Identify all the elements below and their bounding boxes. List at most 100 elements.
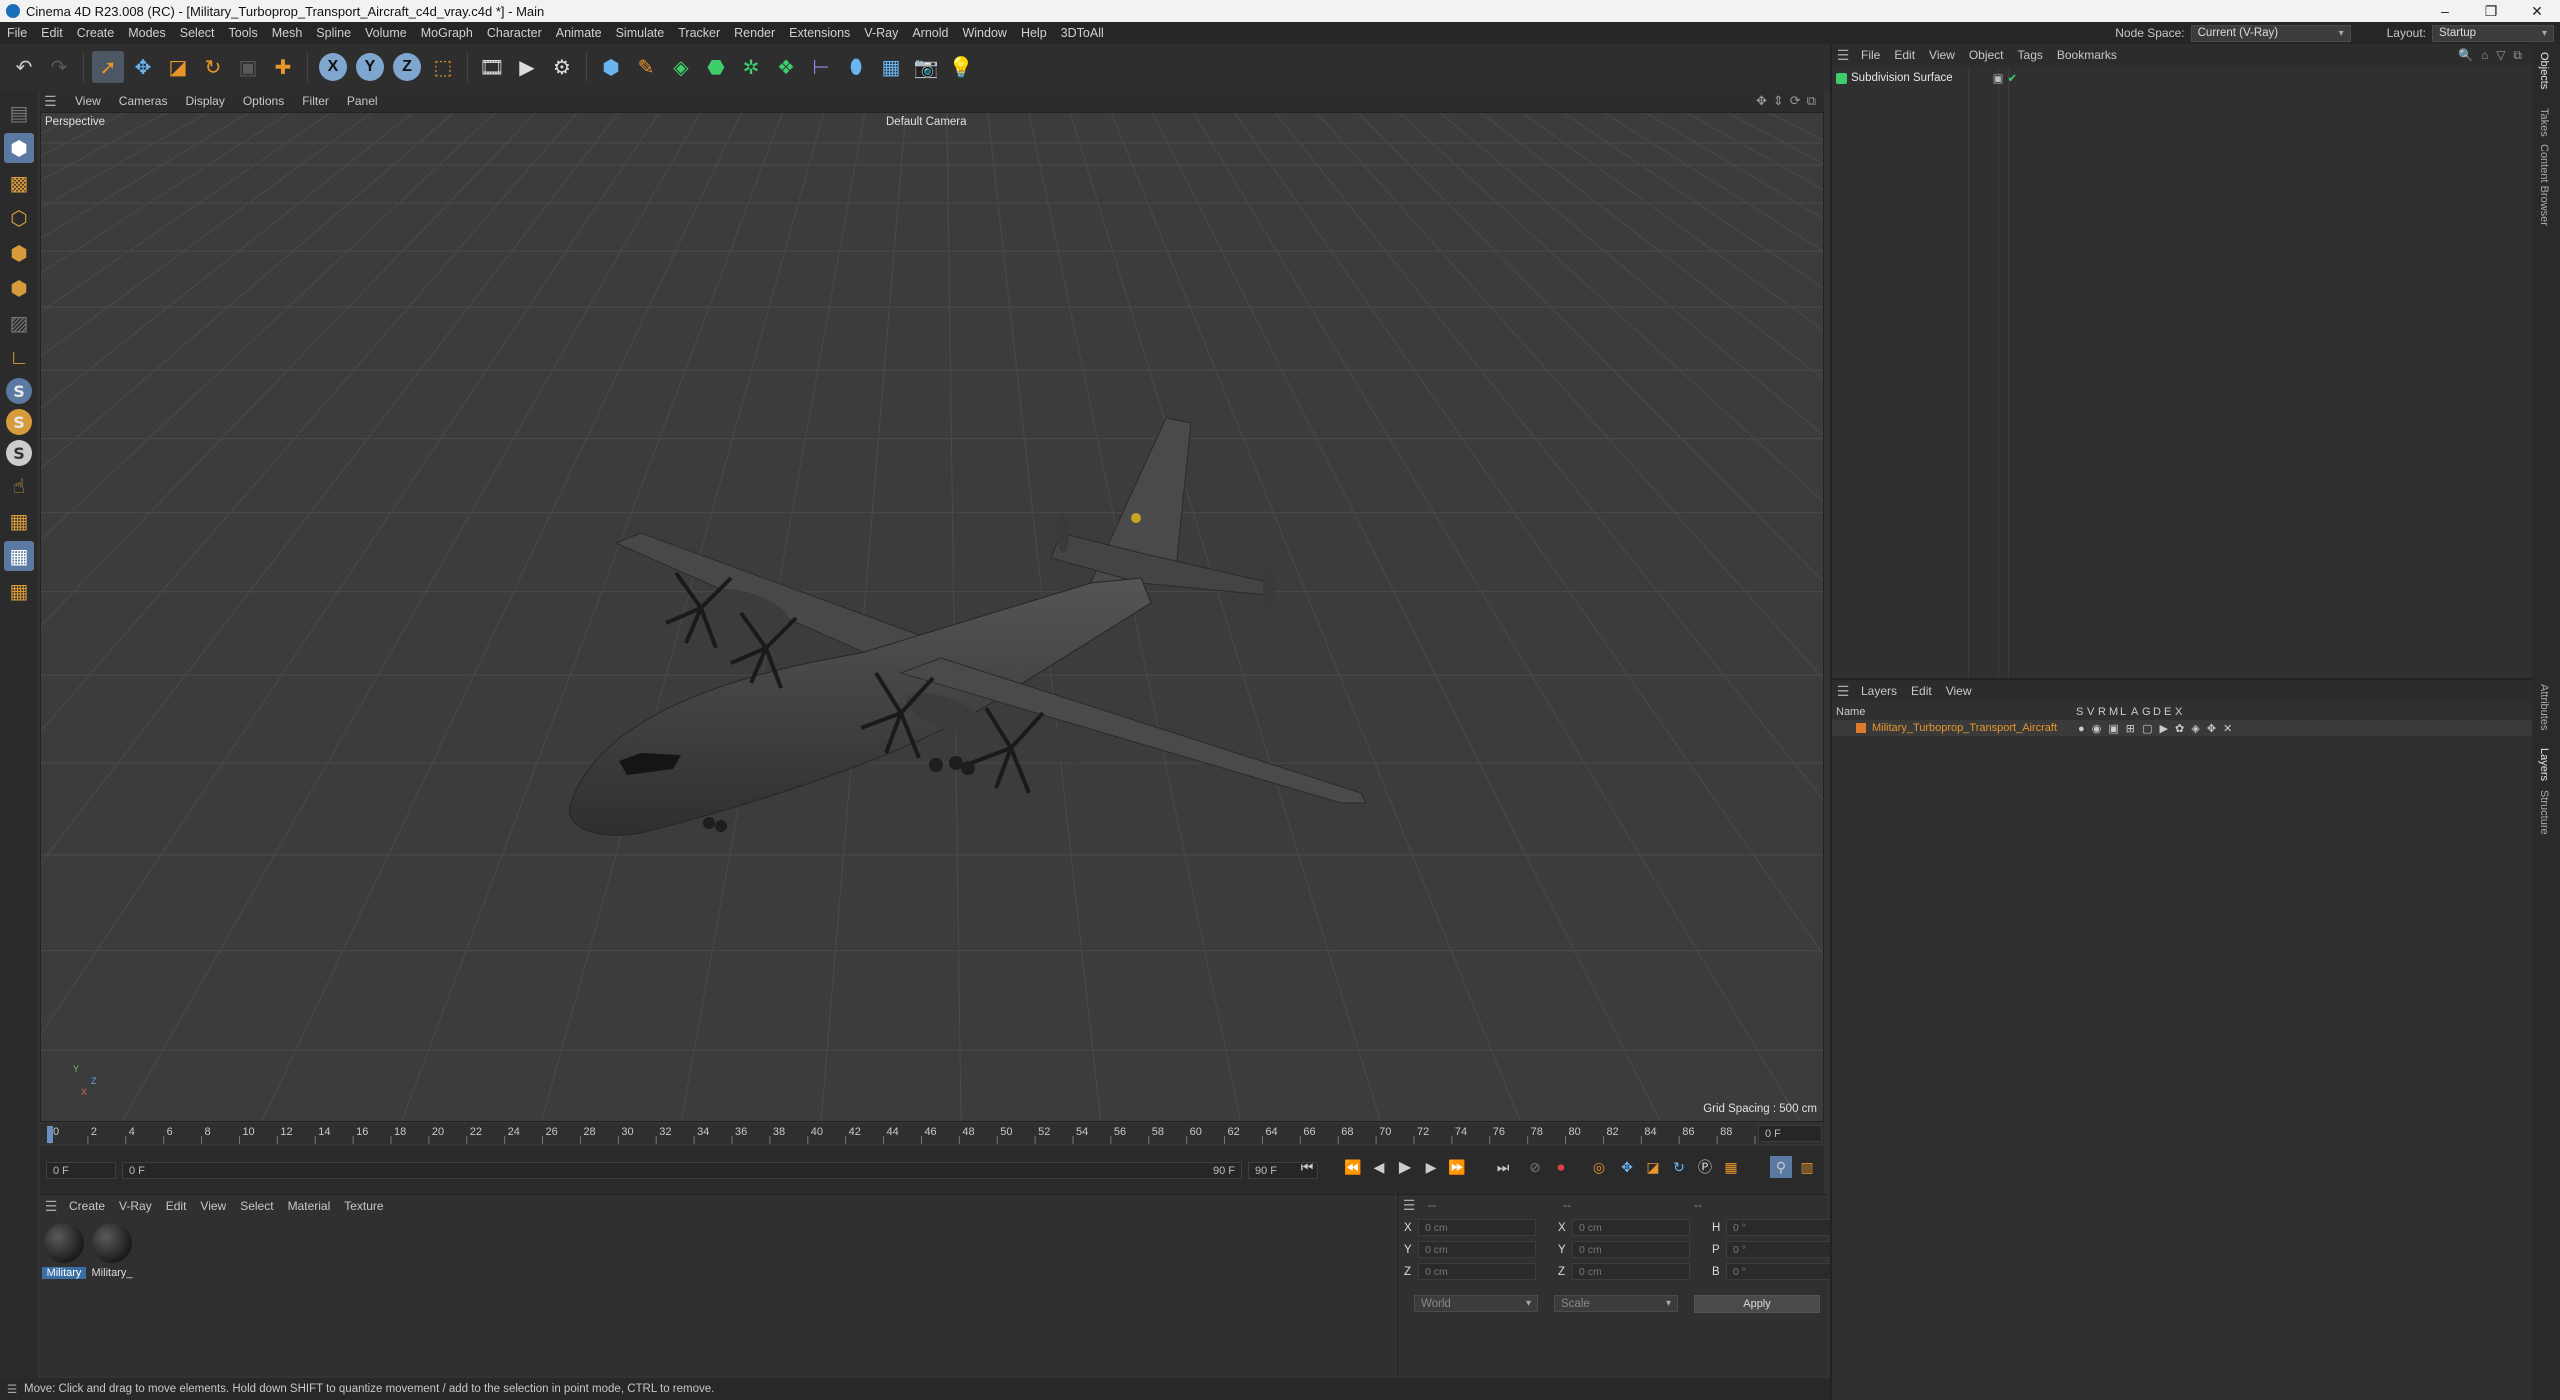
layer-color-swatch[interactable] — [1856, 723, 1866, 733]
timeline-ruler[interactable]: 0 2 4 6 8 10 12 14 16 18 20 22 24 26 28 30 32 34 36 38 40 42 4… — [40, 1124, 1824, 1144]
menu-spline[interactable]: Spline — [309, 26, 358, 40]
frame-range-slider[interactable]: 0 F 90 F — [122, 1162, 1242, 1179]
pan-view-icon[interactable]: ✥ — [1756, 93, 1767, 109]
playhead[interactable] — [47, 1126, 53, 1143]
menu-select[interactable]: Select — [173, 26, 222, 40]
menu-tools[interactable]: Tools — [222, 26, 265, 40]
tab-attributes[interactable]: Attributes — [2538, 684, 2550, 730]
menu-mograph[interactable]: MoGraph — [414, 26, 480, 40]
object-hamburger-icon[interactable]: ☰ — [1832, 47, 1854, 64]
menu-mesh[interactable]: Mesh — [265, 26, 310, 40]
material-menu-material[interactable]: Material — [281, 1199, 338, 1213]
maximize-view-icon[interactable]: ⧉ — [1807, 93, 1816, 109]
viewport-camera-name[interactable]: Default Camera — [886, 116, 967, 128]
menu-character[interactable]: Character — [480, 26, 549, 40]
layer-hamburger-icon[interactable]: ☰ — [1832, 683, 1854, 700]
home-icon[interactable]: ⌂ — [2481, 48, 2488, 63]
menu-3dtoall[interactable]: 3DToAll — [1054, 26, 1111, 40]
camera-icon[interactable]: 📷 — [910, 51, 942, 83]
viewport-menu-cameras[interactable]: Cameras — [110, 94, 177, 108]
snap-icon[interactable]: S — [6, 378, 32, 404]
previous-frame-icon[interactable]: ◀ — [1368, 1156, 1390, 1178]
object-menu-view[interactable]: View — [1922, 48, 1962, 62]
move-tool-icon[interactable]: ✥ — [127, 51, 159, 83]
material-menu-create[interactable]: Create — [62, 1199, 112, 1213]
subdivision-surface-icon[interactable]: ◈ — [665, 51, 697, 83]
rotate-tool-icon[interactable]: ↻ — [197, 51, 229, 83]
material-menu-select[interactable]: Select — [233, 1199, 280, 1213]
coordinate-system-icon[interactable]: ⬚ — [427, 51, 459, 83]
rotation-h-field[interactable]: 0 ° — [1726, 1219, 1844, 1236]
material-menu-vray[interactable]: V-Ray — [112, 1199, 159, 1213]
menu-arnold[interactable]: Arnold — [905, 26, 955, 40]
new-window-icon[interactable]: ⧉ — [2513, 48, 2522, 63]
points-mode-icon[interactable]: ⬡ — [4, 203, 34, 233]
play-icon[interactable]: ▶ — [1394, 1156, 1416, 1178]
key-scale-icon[interactable]: ◪ — [1642, 1156, 1664, 1178]
object-menu-edit[interactable]: Edit — [1887, 48, 1922, 62]
menu-simulate[interactable]: Simulate — [609, 26, 672, 40]
make-editable-icon[interactable]: ▤ — [4, 98, 34, 128]
position-x-field[interactable]: 0 cm — [1418, 1219, 1536, 1236]
search-icon[interactable]: 🔍 — [2458, 48, 2473, 63]
layer-menu-edit[interactable]: Edit — [1904, 684, 1939, 698]
x-axis-lock-icon[interactable]: X — [319, 53, 347, 81]
light-icon[interactable]: 💡 — [945, 51, 977, 83]
render-settings-icon[interactable]: ⚙ — [546, 51, 578, 83]
edges-mode-icon[interactable]: ⬢ — [4, 238, 34, 268]
object-menu-file[interactable]: File — [1854, 48, 1887, 62]
menu-volume[interactable]: Volume — [358, 26, 414, 40]
orbit-view-icon[interactable]: ⟳ — [1790, 93, 1801, 109]
field-icon[interactable]: ⬮ — [840, 51, 872, 83]
texture-mode-icon[interactable]: ▩ — [4, 168, 34, 198]
zoom-view-icon[interactable]: ⇕ — [1773, 93, 1784, 109]
apply-button[interactable]: Apply — [1694, 1295, 1820, 1313]
previous-key-icon[interactable]: ⏪ — [1342, 1156, 1364, 1178]
coord-hamburger-icon[interactable]: ☰ — [1398, 1197, 1420, 1214]
object-menu-bookmarks[interactable]: Bookmarks — [2050, 48, 2124, 62]
menu-animate[interactable]: Animate — [549, 26, 609, 40]
render-view-icon[interactable]: ▶ — [511, 51, 543, 83]
next-frame-icon[interactable]: ▶ — [1420, 1156, 1442, 1178]
scale-tool-icon[interactable]: ◪ — [162, 51, 194, 83]
maximize-button[interactable]: ❐ — [2468, 3, 2514, 20]
material-swatch[interactable]: Military — [42, 1223, 86, 1279]
key-position-icon[interactable]: ✥ — [1616, 1156, 1638, 1178]
coordinate-system-dropdown[interactable]: World — [1414, 1295, 1538, 1312]
viewport-menu-view[interactable]: View — [66, 94, 110, 108]
extrude-icon[interactable]: ⬣ — [700, 51, 732, 83]
material-menu-view[interactable]: View — [193, 1199, 233, 1213]
layout-dropdown[interactable]: Startup — [2432, 24, 2554, 42]
position-z-field[interactable]: 0 cm — [1418, 1263, 1536, 1280]
menu-modes[interactable]: Modes — [121, 26, 173, 40]
polygons-mode-icon[interactable]: ⬢ — [4, 273, 34, 303]
menu-vray[interactable]: V-Ray — [857, 26, 905, 40]
viewport-menu-panel[interactable]: Panel — [338, 94, 387, 108]
start-frame-field[interactable]: 0 F — [46, 1162, 116, 1179]
visibility-toggle-icon[interactable]: ▣ — [1993, 71, 2004, 85]
go-to-end-icon[interactable]: ⏭ — [1492, 1156, 1514, 1178]
pen-spline-icon[interactable]: ✎ — [630, 51, 662, 83]
tab-content-browser[interactable]: Content Browser — [2538, 144, 2550, 226]
3d-viewport[interactable]: Perspective Default Camera Grid Spacing … — [40, 112, 1824, 1122]
key-pla-icon[interactable]: ▦ — [1720, 1156, 1742, 1178]
size-z-field[interactable]: 0 cm — [1572, 1263, 1690, 1280]
viewport-menu-display[interactable]: Display — [176, 94, 233, 108]
menu-extensions[interactable]: Extensions — [782, 26, 857, 40]
mograph-icon[interactable]: ❖ — [770, 51, 802, 83]
next-key-icon[interactable]: ⏩ — [1446, 1156, 1468, 1178]
object-menu-object[interactable]: Object — [1962, 48, 2011, 62]
object-tree[interactable]: Subdivision Surface ▣ ✔ — [1832, 68, 2532, 688]
model-mode-icon[interactable]: ⬢ — [4, 133, 34, 163]
size-x-field[interactable]: 0 cm — [1572, 1219, 1690, 1236]
viewport-hamburger-icon[interactable]: ☰ — [44, 93, 62, 110]
object-row-subdivision-surface[interactable]: Subdivision Surface ▣ ✔ — [1836, 71, 2017, 85]
live-selection-icon[interactable]: ➚ — [92, 51, 124, 83]
material-menu-edit[interactable]: Edit — [159, 1199, 194, 1213]
axis-mode-icon[interactable]: ∟ — [4, 343, 34, 373]
current-frame-field[interactable]: 0 F — [1758, 1125, 1822, 1142]
tab-objects[interactable]: Objects — [2538, 52, 2550, 89]
menu-file[interactable]: File — [0, 26, 34, 40]
soft-selection-icon[interactable]: S — [6, 409, 32, 435]
layer-menu-layers[interactable]: Layers — [1854, 684, 1904, 698]
